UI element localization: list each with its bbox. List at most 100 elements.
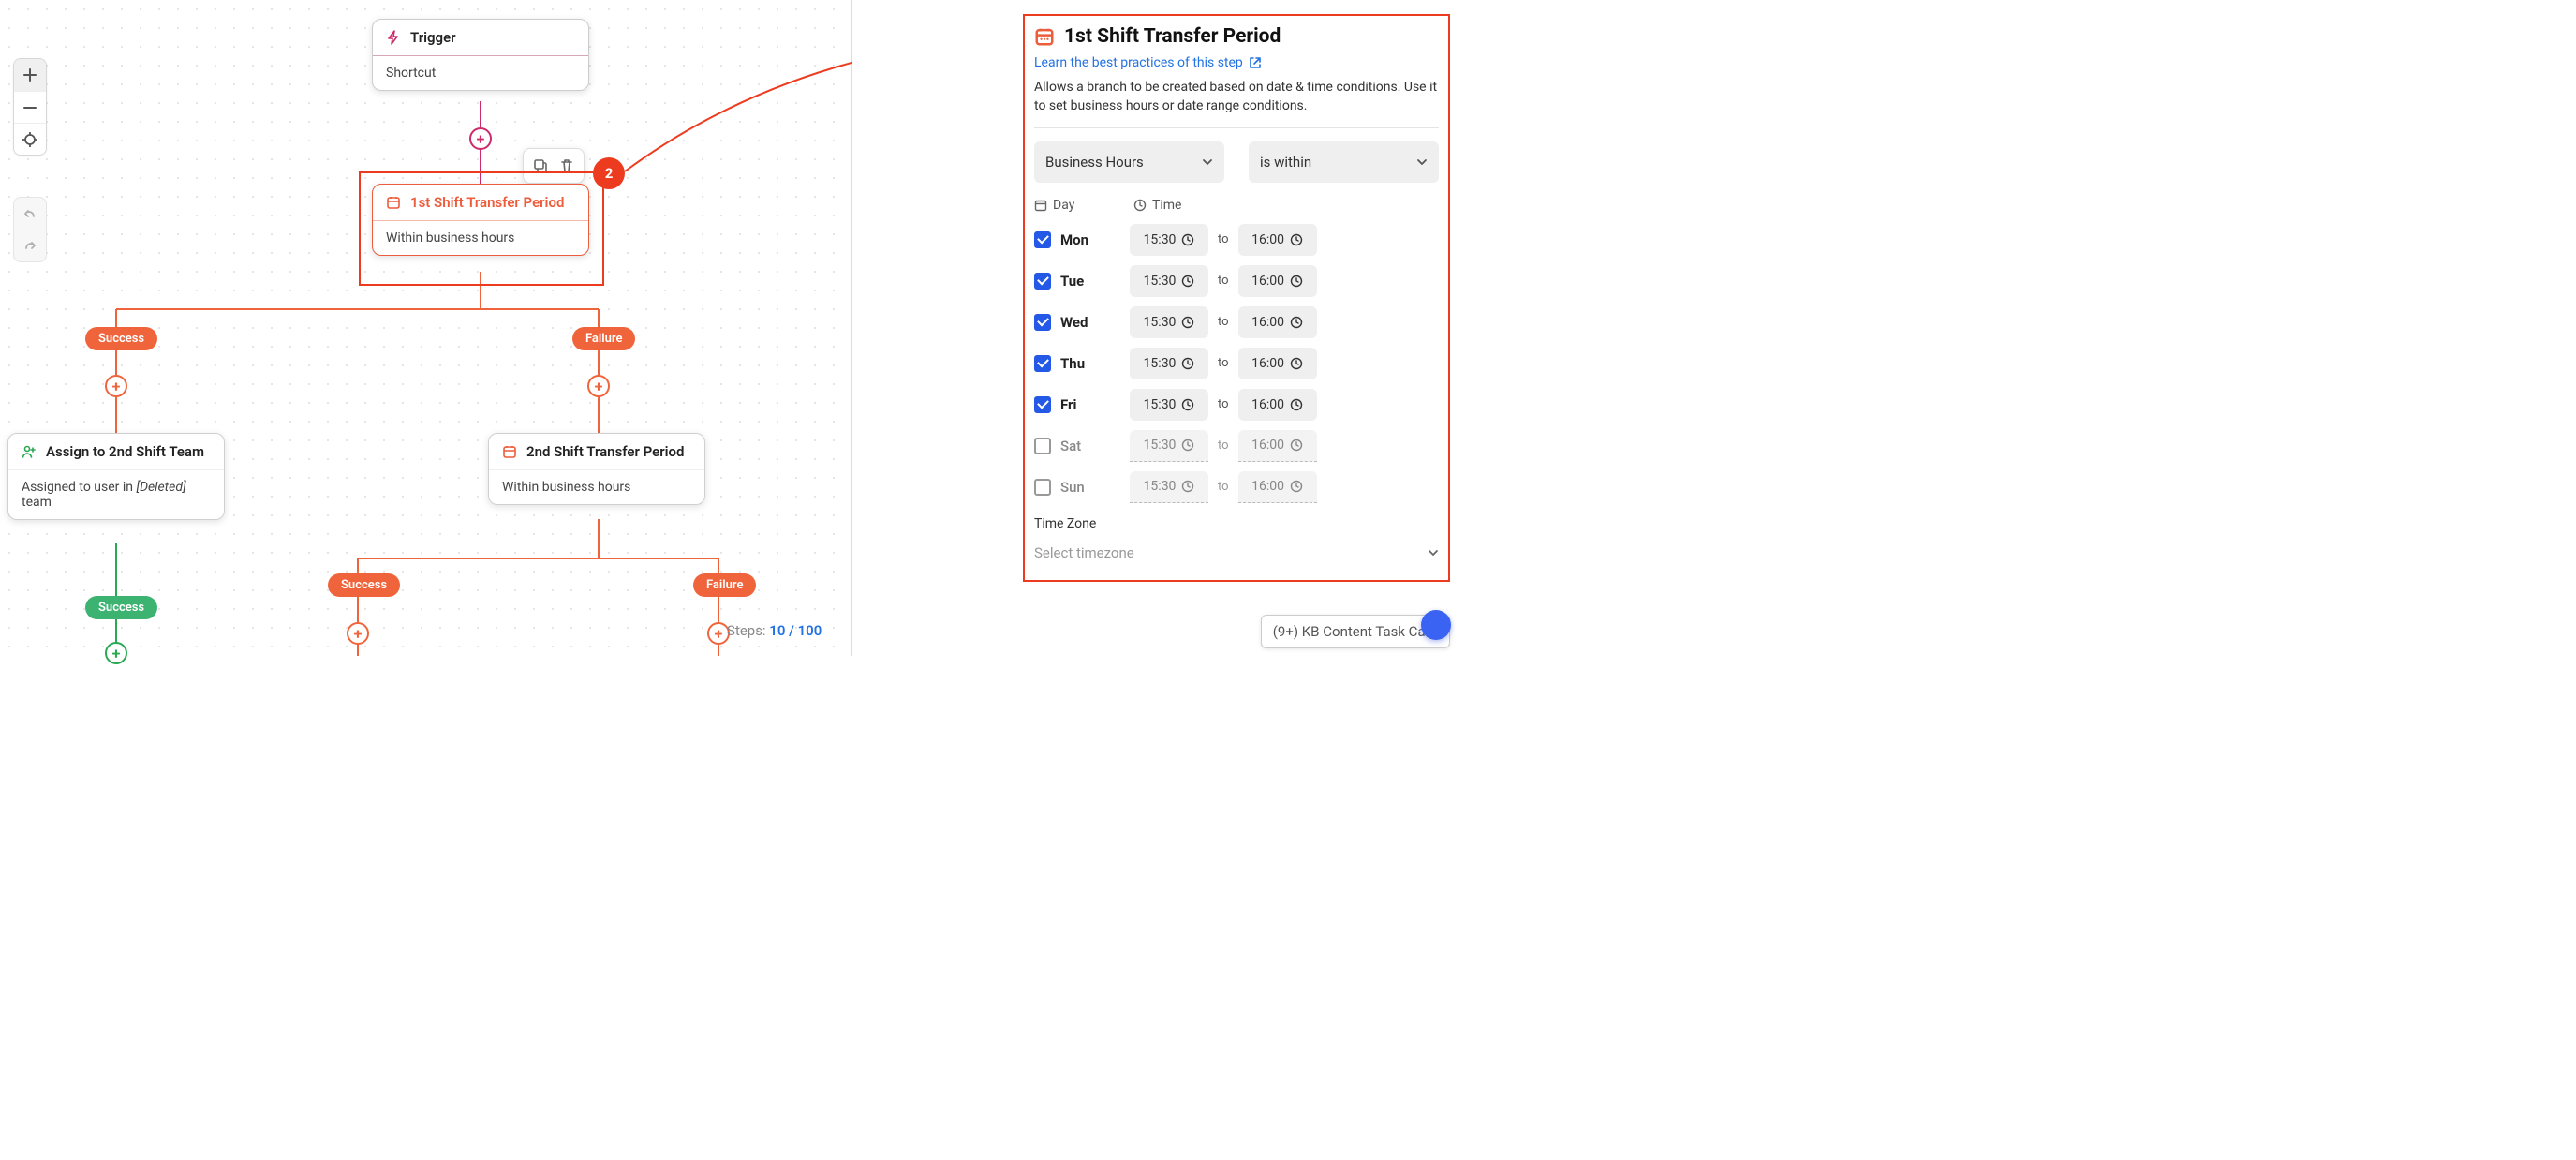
add-step-button[interactable]: + xyxy=(587,375,610,397)
day-name: Mon xyxy=(1060,231,1120,248)
day-row-sat: Sat 15:30 to 16:00 xyxy=(1034,430,1439,462)
add-step-button[interactable]: + xyxy=(105,642,127,664)
node-shift-period-1[interactable]: 1st Shift Transfer Period Within busines… xyxy=(372,184,589,256)
calendar-icon xyxy=(502,444,517,459)
day-name: Thu xyxy=(1060,355,1120,372)
time-to-input[interactable]: 16:00 xyxy=(1238,348,1317,379)
day-name: Wed xyxy=(1060,314,1120,331)
chevron-down-icon xyxy=(1416,156,1428,168)
center-canvas-button[interactable] xyxy=(14,123,46,155)
day-checkbox[interactable] xyxy=(1034,314,1051,331)
time-to-input[interactable]: 16:00 xyxy=(1238,306,1317,338)
kb-task-card-label: (9+) KB Content Task Card xyxy=(1273,623,1438,640)
annotation-badge: 2 xyxy=(593,157,625,189)
timezone-select[interactable]: Select timezone xyxy=(1034,539,1439,567)
branch-pill-failure[interactable]: Failure xyxy=(572,327,635,350)
branch-pill-success[interactable]: Success xyxy=(85,327,157,350)
clock-icon xyxy=(1290,480,1303,493)
undo-icon xyxy=(22,206,37,221)
to-label: to xyxy=(1218,315,1229,329)
to-label: to xyxy=(1218,480,1229,494)
clock-icon xyxy=(1181,233,1194,246)
copy-node-button[interactable] xyxy=(527,153,554,179)
to-label: to xyxy=(1218,274,1229,288)
redo-icon xyxy=(22,238,37,253)
time-to-input[interactable]: 16:00 xyxy=(1238,389,1317,421)
day-name: Sat xyxy=(1060,438,1120,454)
node-period2-title: 2nd Shift Transfer Period xyxy=(526,443,684,460)
panel-title: 1st Shift Transfer Period xyxy=(1034,25,1439,48)
condition-operator-select[interactable]: is within xyxy=(1249,141,1439,183)
clock-icon xyxy=(1181,398,1194,411)
kb-task-card[interactable]: (9+) KB Content Task Card xyxy=(1261,615,1450,648)
branch-pill-failure[interactable]: Failure xyxy=(693,573,756,597)
day-checkbox[interactable] xyxy=(1034,355,1051,372)
day-row-fri: Fri15:30 to16:00 xyxy=(1034,389,1439,421)
time-from-input[interactable]: 15:30 xyxy=(1130,430,1208,462)
day-checkbox[interactable] xyxy=(1034,479,1051,496)
calendar-icon xyxy=(386,195,401,210)
chevron-down-icon xyxy=(1202,156,1213,168)
zoom-toolbar xyxy=(13,58,47,156)
day-time-headers: Day Time xyxy=(1034,198,1439,213)
add-step-button[interactable]: + xyxy=(469,127,492,150)
clock-icon xyxy=(1290,233,1303,246)
steps-counter: Steps: 10 / 100 xyxy=(727,622,822,639)
zoom-out-button[interactable] xyxy=(14,91,46,123)
node-assign-team[interactable]: Assign to 2nd Shift Team Assigned to use… xyxy=(7,433,225,520)
day-checkbox[interactable] xyxy=(1034,396,1051,413)
add-step-button[interactable]: + xyxy=(347,622,369,645)
add-step-button[interactable]: + xyxy=(105,375,127,397)
time-from-input[interactable]: 15:30 xyxy=(1130,224,1208,256)
delete-node-button[interactable] xyxy=(554,153,580,179)
timezone-label: Time Zone xyxy=(1034,516,1439,531)
separator xyxy=(1034,127,1439,128)
time-from-input[interactable]: 15:30 xyxy=(1130,348,1208,379)
clock-icon xyxy=(1181,316,1194,329)
time-from-input[interactable]: 15:30 xyxy=(1130,306,1208,338)
branch-pill-success[interactable]: Success xyxy=(85,596,157,619)
day-name: Sun xyxy=(1060,479,1120,496)
day-checkbox[interactable] xyxy=(1034,273,1051,290)
time-to-input[interactable]: 16:00 xyxy=(1238,430,1317,462)
copy-icon xyxy=(533,158,548,173)
redo-button[interactable] xyxy=(14,230,46,261)
clock-icon xyxy=(1181,439,1194,452)
time-from-input[interactable]: 15:30 xyxy=(1130,471,1208,503)
day-row-sun: Sun 15:30 to 16:00 xyxy=(1034,471,1439,503)
trash-icon xyxy=(559,158,574,173)
external-link-icon xyxy=(1249,56,1262,69)
workflow-canvas[interactable]: Trigger Shortcut + 2 1st Shift Transfer … xyxy=(0,0,852,656)
condition-type-select[interactable]: Business Hours xyxy=(1034,141,1224,183)
day-checkbox[interactable] xyxy=(1034,231,1051,248)
zoom-in-button[interactable] xyxy=(14,59,46,91)
clock-icon xyxy=(1290,357,1303,370)
undo-button[interactable] xyxy=(14,198,46,230)
time-to-input[interactable]: 16:00 xyxy=(1238,265,1317,297)
chat-bubble-icon xyxy=(1421,610,1451,640)
clock-icon xyxy=(1181,275,1194,288)
minus-icon xyxy=(23,101,37,114)
node-shift-period-2[interactable]: 2nd Shift Transfer Period Within busines… xyxy=(488,433,705,505)
to-label: to xyxy=(1218,232,1229,246)
time-to-input[interactable]: 16:00 xyxy=(1238,471,1317,503)
node-trigger[interactable]: Trigger Shortcut xyxy=(372,19,589,91)
node-trigger-body: Shortcut xyxy=(386,66,436,81)
calendar-small-icon xyxy=(1034,199,1047,212)
clock-icon xyxy=(1290,398,1303,411)
day-row-mon: Mon 15:30 to 16:00 xyxy=(1034,224,1439,256)
learn-best-practices-link[interactable]: Learn the best practices of this step xyxy=(1034,55,1262,70)
clock-icon xyxy=(1181,357,1194,370)
node-period1-body: Within business hours xyxy=(386,231,514,245)
day-name: Fri xyxy=(1060,396,1120,413)
day-checkbox[interactable] xyxy=(1034,438,1051,454)
person-add-icon xyxy=(22,444,37,459)
to-label: to xyxy=(1218,439,1229,453)
time-from-input[interactable]: 15:30 xyxy=(1130,389,1208,421)
branch-pill-success[interactable]: Success xyxy=(328,573,400,597)
history-toolbar xyxy=(13,197,47,262)
time-to-input[interactable]: 16:00 xyxy=(1238,224,1317,256)
node-period2-body: Within business hours xyxy=(502,480,630,495)
day-name: Tue xyxy=(1060,273,1120,290)
time-from-input[interactable]: 15:30 xyxy=(1130,265,1208,297)
